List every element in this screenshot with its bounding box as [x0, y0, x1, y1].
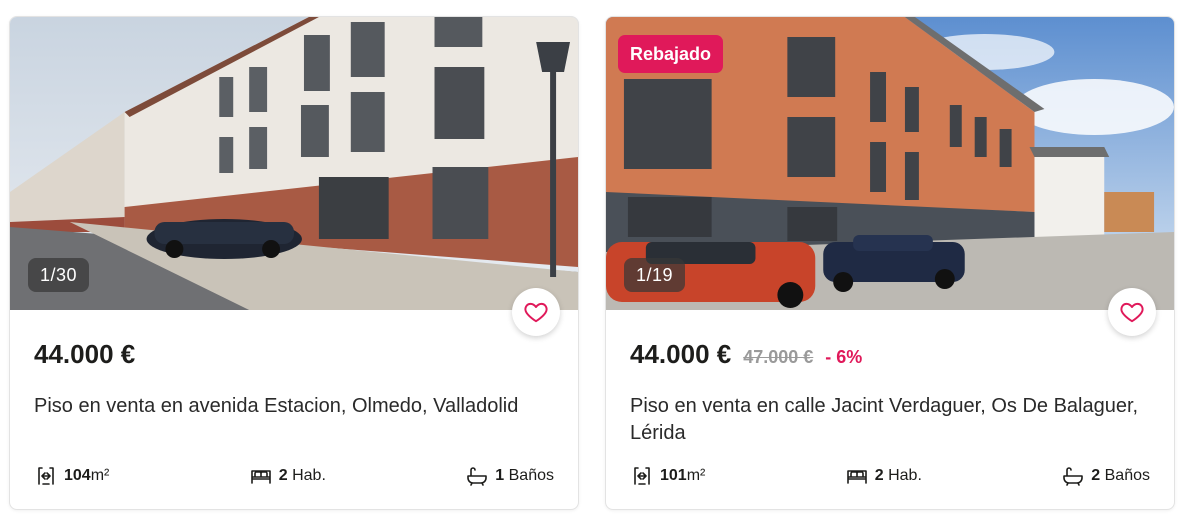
- building-photo-image: [10, 17, 578, 310]
- old-price: 47.000 €: [743, 347, 814, 367]
- feature-baths: 1 Baños: [465, 464, 554, 488]
- feature-rooms: 2 Hab.: [845, 464, 922, 488]
- rooms-unit: Hab.: [292, 467, 326, 484]
- photo-counter: 1/19: [624, 258, 686, 292]
- baths-value: 2: [1091, 467, 1101, 484]
- listing-card[interactable]: Rebajado 1/19 44.000 € 47.000 € - 6% Pis…: [605, 16, 1175, 510]
- bed-icon: [846, 470, 867, 484]
- baths-unit: Baños: [508, 467, 554, 484]
- listing-title[interactable]: Piso en venta en avenida Estacion, Olmed…: [34, 393, 564, 420]
- bed-icon: [250, 470, 271, 484]
- favorite-button[interactable]: [512, 288, 560, 336]
- photo-counter: 1/30: [28, 258, 90, 292]
- feature-area: 104m²: [34, 464, 109, 488]
- price: 44.000 €: [34, 339, 136, 369]
- feature-area: 101m²: [630, 464, 705, 488]
- area-value: 101: [660, 467, 687, 484]
- listing-title[interactable]: Piso en venta en calle Jacint Verdaguer,…: [630, 393, 1160, 447]
- rooms-unit: Hab.: [888, 467, 922, 484]
- price-row: 44.000 €: [34, 339, 135, 370]
- area-icon: [634, 467, 650, 485]
- bathtub-icon: [1063, 467, 1084, 486]
- features-row: 101m² 2 Hab. 2 Baños: [630, 461, 1150, 491]
- listing-card[interactable]: 1/30 44.000 € Piso en venta en avenida E…: [9, 16, 579, 510]
- area-value: 104: [64, 467, 91, 484]
- bathtub-icon: [467, 467, 488, 486]
- heart-icon: [524, 302, 548, 323]
- baths-value: 1: [495, 467, 505, 484]
- area-unit: m²: [90, 467, 110, 484]
- feature-rooms: 2 Hab.: [249, 464, 326, 488]
- favorite-button[interactable]: [1108, 288, 1156, 336]
- rooms-value: 2: [278, 467, 288, 484]
- features-row: 104m² 2 Hab. 1 Baños: [34, 461, 554, 491]
- area-icon: [38, 467, 54, 485]
- baths-unit: Baños: [1104, 467, 1150, 484]
- heart-icon: [1120, 302, 1144, 323]
- price: 44.000 €: [630, 339, 732, 369]
- price-row: 44.000 € 47.000 € - 6%: [630, 339, 862, 370]
- feature-baths: 2 Baños: [1061, 464, 1150, 488]
- listing-photo[interactable]: 1/30: [10, 17, 578, 310]
- area-unit: m²: [686, 467, 706, 484]
- discount-percent: - 6%: [825, 347, 863, 367]
- listing-photo[interactable]: Rebajado 1/19: [606, 17, 1174, 310]
- rooms-value: 2: [874, 467, 884, 484]
- discount-tag: Rebajado: [618, 35, 724, 73]
